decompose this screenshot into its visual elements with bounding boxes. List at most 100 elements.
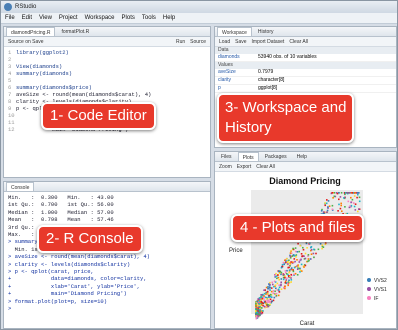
scatter-point	[297, 264, 299, 266]
scatter-point	[354, 203, 357, 205]
scatter-point	[266, 290, 269, 293]
zoom-button[interactable]: Zoom	[219, 162, 232, 172]
scatter-point	[269, 298, 272, 301]
scatter-point	[344, 196, 346, 199]
scatter-point	[297, 266, 300, 268]
scatter-point	[353, 195, 356, 197]
scatter-point	[287, 281, 290, 283]
menu-tools[interactable]: Tools	[142, 13, 156, 23]
scatter-point	[267, 293, 269, 295]
import-dataset-button[interactable]: Import Dataset	[252, 37, 285, 47]
title-bar: RStudio	[1, 1, 397, 13]
scatter-point	[259, 301, 262, 304]
source-on-save-checkbox[interactable]: Source on Save	[8, 37, 44, 47]
scatter-point	[262, 310, 264, 312]
ws-row[interactable]: clarity character[8]	[215, 77, 396, 85]
plot-panel	[251, 190, 363, 314]
line-number: 7	[8, 91, 12, 98]
scatter-point	[284, 281, 287, 284]
scatter-point	[257, 304, 259, 307]
scatter-point	[255, 315, 258, 318]
scatter-point	[290, 261, 292, 263]
tab-console[interactable]: Console	[6, 182, 35, 191]
tab-packages[interactable]: Packages	[261, 152, 291, 161]
callout-code-editor: 1- Code Editor	[41, 102, 156, 130]
menu-file[interactable]: File	[5, 13, 15, 23]
scatter-point	[324, 243, 327, 246]
legend-label: VVS2	[374, 278, 387, 284]
scatter-point	[331, 204, 334, 207]
scatter-point	[263, 305, 266, 308]
ws-row[interactable]: p ggplot[8]	[215, 85, 396, 93]
code-line[interactable]: 2	[8, 56, 206, 63]
scatter-point	[301, 270, 303, 272]
line-number: 11	[8, 119, 15, 126]
scatter-point	[287, 282, 289, 285]
scatter-point	[351, 198, 354, 201]
tab-files[interactable]: Files	[217, 152, 236, 161]
code-line[interactable]: 4 summary(diamonds)	[8, 70, 206, 77]
scatter-point	[269, 281, 271, 284]
scatter-point	[259, 310, 261, 313]
menu-project[interactable]: Project	[59, 13, 78, 23]
tab-help[interactable]: Help	[293, 152, 311, 161]
tab-plots[interactable]: Plots	[237, 152, 259, 161]
scatter-point	[294, 260, 296, 263]
menu-help[interactable]: Help	[163, 13, 175, 23]
scatter-point	[275, 272, 277, 275]
code-line[interactable]: 6 summary(diamonds$price)	[8, 84, 206, 91]
ws-row[interactable]: diamonds 53940 obs. of 10 variables	[215, 54, 396, 62]
save-button[interactable]: Save	[235, 37, 246, 47]
tab-diamondpricing[interactable]: diamondPricing.R	[6, 27, 56, 36]
tab-formatplot[interactable]: formatPlot.R	[57, 27, 93, 36]
line-number: 4	[8, 70, 12, 77]
scatter-point	[294, 272, 297, 275]
tab-workspace[interactable]: Workspace	[217, 27, 252, 36]
code-line[interactable]: 7 aveSize <- round(mean(diamonds$carat), …	[8, 91, 206, 98]
scatter-point	[289, 255, 292, 258]
scatter-point	[297, 242, 299, 245]
scatter-point	[281, 265, 284, 268]
scatter-point	[284, 287, 286, 290]
scatter-point	[300, 263, 303, 266]
ws-section-data: Data	[215, 47, 396, 54]
clear-all-button[interactable]: Clear All	[289, 37, 308, 47]
code-text: summary(diamonds)	[16, 70, 73, 77]
code-line[interactable]: 5	[8, 77, 206, 84]
menu-plots[interactable]: Plots	[122, 13, 135, 23]
scatter-point	[263, 292, 266, 295]
console-line: > aveSize <- round(mean(diamonds$carat),…	[8, 253, 150, 261]
code-line[interactable]: 3 View(diamonds)	[8, 63, 206, 70]
scatter-point	[350, 201, 352, 204]
ws-row[interactable]: aveSize 0.7979	[215, 69, 396, 77]
run-button[interactable]: Run	[176, 37, 185, 47]
window-title: RStudio	[15, 4, 37, 10]
scatter-point	[309, 258, 312, 260]
scatter-point	[287, 263, 289, 265]
scatter-point	[317, 248, 320, 251]
scatter-point	[285, 258, 288, 260]
menu-edit[interactable]: Edit	[22, 13, 32, 23]
scatter-point	[327, 200, 330, 202]
scatter-point	[255, 304, 257, 307]
ws-section-values: Values	[215, 62, 396, 69]
scatter-point	[296, 259, 298, 261]
load-button[interactable]: Load	[219, 37, 230, 47]
legend-label: IF	[374, 296, 378, 302]
source-button[interactable]: Source	[190, 37, 206, 47]
tab-history[interactable]: History	[254, 27, 278, 36]
export-button[interactable]: Export	[237, 162, 251, 172]
code-line[interactable]: 1 library(ggplot2)	[8, 49, 206, 56]
clear-all-plots-button[interactable]: Clear All	[256, 162, 275, 172]
scatter-point	[310, 246, 313, 248]
scatter-point	[280, 271, 283, 274]
scatter-point	[315, 252, 317, 255]
menu-workspace[interactable]: Workspace	[85, 13, 115, 23]
scatter-point	[357, 192, 359, 194]
console-text[interactable]: Min. : 0.300 Min. : 43.00 1st Qu.: 0.700 …	[4, 192, 210, 315]
scatter-point	[293, 266, 296, 269]
scatter-point	[290, 273, 292, 276]
menu-view[interactable]: View	[39, 13, 52, 23]
scatter-point	[286, 277, 288, 279]
scatter-point	[269, 283, 271, 286]
